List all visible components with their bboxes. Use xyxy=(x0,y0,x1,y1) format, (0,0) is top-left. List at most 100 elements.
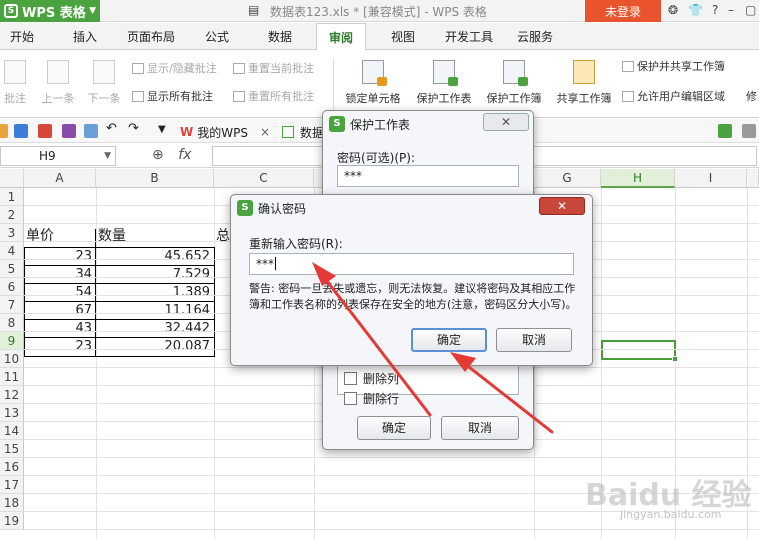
row-header-14[interactable]: 14 xyxy=(0,422,24,440)
row-header-15[interactable]: 15 xyxy=(0,440,24,458)
tab-formulas[interactable]: 公式 xyxy=(205,28,229,45)
login-button[interactable]: 未登录 xyxy=(585,0,661,22)
row-header-12[interactable]: 12 xyxy=(0,386,24,404)
confirm-dialog-close-button[interactable]: ✕ xyxy=(539,197,585,215)
tab-developer[interactable]: 开发工具 xyxy=(445,28,493,45)
col-header-h[interactable]: H xyxy=(601,169,675,188)
col-header-j[interactable] xyxy=(747,169,759,188)
protect-ok-button[interactable]: 确定 xyxy=(357,416,431,440)
row-header-1[interactable]: 1 xyxy=(0,188,24,206)
show-hide-comment-button[interactable]: 显示/隐藏批注 xyxy=(132,60,217,76)
row-header-16[interactable]: 16 xyxy=(0,458,24,476)
row-header-18[interactable]: 18 xyxy=(0,494,24,512)
confirm-ok-button[interactable]: 确定 xyxy=(411,328,487,352)
zoom-icon[interactable]: ⊕ xyxy=(152,147,164,163)
col-header-g[interactable]: G xyxy=(534,169,601,188)
selected-cell-h9[interactable] xyxy=(601,340,678,362)
print-preview-icon[interactable] xyxy=(84,124,98,138)
app-menu-button[interactable]: S WPS 表格 ▼ xyxy=(0,0,100,22)
col-header-c[interactable]: C xyxy=(214,169,314,188)
protect-share-label: 保护并共享工作簿 xyxy=(637,60,725,73)
protect-and-share-button[interactable]: 保护并共享工作簿 xyxy=(622,58,725,74)
lock-cell-button[interactable]: 锁定单元格 xyxy=(340,60,406,106)
protect-cancel-button[interactable]: 取消 xyxy=(441,416,519,440)
row-header-8[interactable]: 8 xyxy=(0,314,24,332)
undo-icon[interactable]: ↶ xyxy=(106,121,120,136)
protect-sheet-label: 保护工作表 xyxy=(416,92,472,105)
col-header-i[interactable]: I xyxy=(675,169,747,188)
reset-all-comments-button[interactable]: 重置所有批注 xyxy=(233,88,314,104)
delete-columns-checkbox[interactable] xyxy=(344,372,357,385)
share-workbook-label: 共享工作簿 xyxy=(556,92,612,105)
name-box[interactable]: H9 ▼ xyxy=(0,146,116,166)
print-icon[interactable] xyxy=(62,124,76,138)
allow-edit-ranges-button[interactable]: 允许用户编辑区域 xyxy=(622,88,725,104)
help-icon[interactable]: ? xyxy=(712,3,718,17)
redo-icon[interactable]: ↷ xyxy=(128,121,142,136)
row-header-2[interactable]: 2 xyxy=(0,206,24,224)
folder-icon[interactable] xyxy=(0,124,8,138)
confirm-cancel-button[interactable]: 取消 xyxy=(496,328,572,352)
grid-line xyxy=(24,457,759,458)
tab-view[interactable]: 视图 xyxy=(391,28,415,45)
fx-icon[interactable]: fx xyxy=(178,147,191,163)
col-header-b[interactable]: B xyxy=(96,169,214,188)
close-icon[interactable]: × xyxy=(260,125,270,139)
col-header-a[interactable]: A xyxy=(24,169,96,188)
row-header-6[interactable]: 6 xyxy=(0,278,24,296)
shirt-icon[interactable]: 👕 xyxy=(688,3,703,17)
row-header-3[interactable]: 3 xyxy=(0,224,24,242)
next-icon xyxy=(93,60,115,84)
reset-current-icon xyxy=(233,63,245,74)
protect-dialog-close-button[interactable]: ✕ xyxy=(483,113,529,131)
row-header-4[interactable]: 4 xyxy=(0,242,24,260)
confirm-password-dialog: S 确认密码 ✕ 重新输入密码(R): *** 警告: 密码一旦丢失或遗忘，则无… xyxy=(230,194,593,366)
tab-page-layout[interactable]: 页面布局 xyxy=(127,28,175,45)
row-header-11[interactable]: 11 xyxy=(0,368,24,386)
comment-button[interactable]: 批注 xyxy=(0,60,30,106)
fill-handle[interactable] xyxy=(672,356,678,362)
tab-review[interactable]: 审阅 xyxy=(316,23,367,51)
protect-workbook-button[interactable]: 保护工作簿 xyxy=(482,60,546,106)
confirm-password-input[interactable]: *** xyxy=(249,253,574,275)
settings-icon[interactable] xyxy=(742,124,756,138)
tab-cloud[interactable]: 云服务 xyxy=(517,28,553,45)
lock-cell-label: 锁定单元格 xyxy=(345,92,401,105)
ribbon-divider xyxy=(333,58,334,110)
row-header-5[interactable]: 5 xyxy=(0,260,24,278)
grid-line xyxy=(24,529,759,530)
show-all-comments-button[interactable]: 显示所有批注 xyxy=(132,88,213,104)
cell-a3[interactable]: 单价 xyxy=(24,227,96,245)
tab-home[interactable]: 开始 xyxy=(10,28,34,45)
share-workbook-button[interactable]: 共享工作簿 xyxy=(552,60,616,106)
doc-tab-my-wps[interactable]: W 我的WPS × xyxy=(180,121,270,143)
minimize-icon[interactable]: – xyxy=(728,3,734,17)
table-border xyxy=(24,283,215,284)
doc-tab-data[interactable]: 数据 xyxy=(282,121,324,143)
cell-b3[interactable]: 数量 xyxy=(96,227,214,245)
row-header-19[interactable]: 19 xyxy=(0,512,24,530)
select-all-corner[interactable] xyxy=(0,169,24,188)
modify-button-partial[interactable]: 修 xyxy=(746,88,757,104)
protect-sheet-button[interactable]: 保护工作表 xyxy=(412,60,476,106)
tab-insert[interactable]: 插入 xyxy=(73,28,97,45)
row-header-17[interactable]: 17 xyxy=(0,476,24,494)
row-header-7[interactable]: 7 xyxy=(0,296,24,314)
skin-icon[interactable]: ❂ xyxy=(668,3,678,17)
tab-data[interactable]: 数据 xyxy=(268,28,292,45)
maximize-icon[interactable]: ▢ xyxy=(745,3,756,17)
row-header-13[interactable]: 13 xyxy=(0,404,24,422)
next-comment-button[interactable]: 下一条 xyxy=(84,60,124,106)
export-pdf-icon[interactable] xyxy=(38,124,52,138)
chevron-down-icon[interactable]: ▼ xyxy=(158,124,172,138)
delete-rows-checkbox[interactable] xyxy=(344,392,357,405)
prev-comment-button[interactable]: 上一条 xyxy=(38,60,78,106)
row-header-9[interactable]: 9 xyxy=(0,332,24,350)
row-header-10[interactable]: 10 xyxy=(0,350,24,368)
save-icon[interactable] xyxy=(14,124,28,138)
app-center-icon[interactable] xyxy=(718,124,732,138)
protect-password-field[interactable]: *** xyxy=(337,165,519,187)
show-hide-icon xyxy=(132,63,144,74)
chevron-down-icon[interactable]: ▼ xyxy=(104,147,111,165)
reset-current-comment-button[interactable]: 重置当前批注 xyxy=(233,60,314,76)
